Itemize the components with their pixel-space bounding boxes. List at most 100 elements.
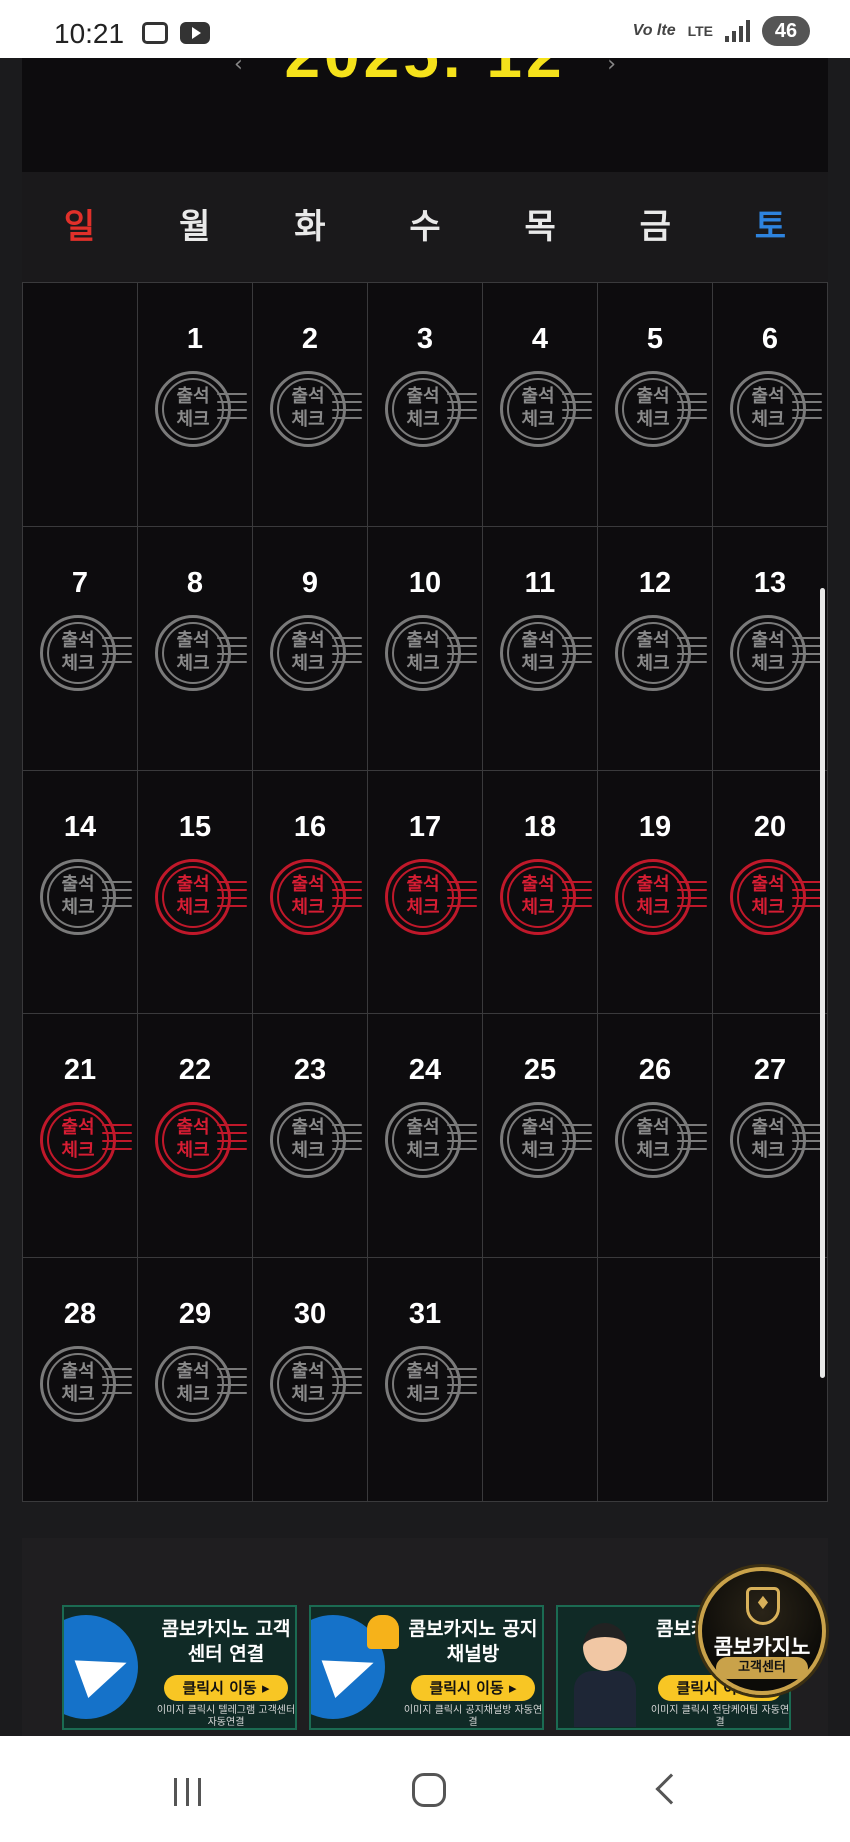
back-icon[interactable] <box>655 1773 687 1805</box>
day-number: 11 <box>524 566 556 599</box>
banner-customer-center[interactable]: 콤보카지노 고객센터 연결 클릭시 이동 ▸ 이미지 클릭시 텔레그램 고객센터… <box>62 1605 297 1730</box>
attendance-stamp-checked-icon: 출석 체크 <box>155 858 251 935</box>
calendar-day-cell[interactable]: 9 출석 체크 <box>253 526 368 771</box>
attendance-stamp-icon: 출석 체크 <box>730 614 826 691</box>
screenshot-icon <box>142 22 168 44</box>
lte-indicator: LTE <box>687 23 713 39</box>
attendance-stamp-checked-icon: 출석 체크 <box>385 858 481 935</box>
home-icon[interactable] <box>412 1773 446 1807</box>
calendar-day-cell[interactable]: 16 출석 체크 <box>253 770 368 1015</box>
calendar-day-cell[interactable]: 7 출석 체크 <box>23 526 138 771</box>
calendar-day-cell[interactable]: 27 출석 체크 <box>713 1014 828 1259</box>
day-number: 23 <box>293 1054 327 1087</box>
attendance-stamp-checked-icon: 출석 체크 <box>615 858 711 935</box>
banner-note: 이미지 클릭시 전담케어팀 자동연결 <box>650 1705 790 1728</box>
day-number: 10 <box>408 566 442 599</box>
day-number: 19 <box>638 810 672 843</box>
weekday-mon: 월 <box>179 207 211 247</box>
day-number: 8 <box>186 566 204 599</box>
scrollbar[interactable] <box>820 588 825 1378</box>
calendar-day-cell[interactable]: 23 출석 체크 <box>253 1014 368 1259</box>
calendar-day-cell[interactable]: 26 출석 체크 <box>598 1014 713 1259</box>
banner-button[interactable]: 클릭시 이동 ▸ <box>164 1675 288 1701</box>
day-number: 24 <box>408 1054 442 1087</box>
day-number: 14 <box>63 810 97 843</box>
calendar-day-cell[interactable]: 20 출석 체크 <box>713 770 828 1015</box>
calendar-day-cell[interactable]: 6 출석 체크 <box>713 283 828 527</box>
calendar-day-cell[interactable]: 30 출석 체크 <box>253 1258 368 1502</box>
calendar-empty-cell <box>23 283 138 527</box>
banner-note: 이미지 클릭시 텔레그램 고객센터 자동연결 <box>156 1705 296 1728</box>
battery-indicator: 46 <box>762 16 810 46</box>
banner-notice-channel[interactable]: 콤보카지노 공지 채널방 클릭시 이동 ▸ 이미지 클릭시 공지채널방 자동연결 <box>309 1605 544 1730</box>
calendar-day-cell[interactable]: 31 출석 체크 <box>368 1258 483 1502</box>
calendar-day-cell[interactable]: 4 출석 체크 <box>483 283 598 527</box>
calendar-day-cell[interactable]: 29 출석 체크 <box>138 1258 253 1502</box>
calendar-day-cell[interactable]: 28 출석 체크 <box>23 1258 138 1502</box>
attendance-stamp-icon: 출석 체크 <box>155 371 251 447</box>
attendance-stamp-icon: 출석 체크 <box>155 1346 251 1423</box>
weekday-fri: 금 <box>639 207 671 247</box>
banner-button[interactable]: 클릭시 이동 ▸ <box>411 1675 535 1701</box>
fab-subtitle: 고객센터 <box>716 1657 808 1679</box>
attendance-stamp-icon: 출석 체크 <box>155 614 251 691</box>
attendance-stamp-icon: 출석 체크 <box>500 1102 596 1179</box>
signal-icon <box>725 20 750 42</box>
day-number: 31 <box>408 1298 442 1331</box>
attendance-stamp-icon: 출석 체크 <box>40 858 136 935</box>
calendar-day-cell[interactable]: 2 출석 체크 <box>253 283 368 527</box>
banner-row: 콤보카지노 고객센터 연결 클릭시 이동 ▸ 이미지 클릭시 텔레그램 고객센터… <box>62 1605 791 1730</box>
calendar-day-cell[interactable]: 10 출석 체크 <box>368 526 483 771</box>
calendar-empty-cell <box>713 1258 828 1502</box>
day-number: 17 <box>408 810 442 843</box>
attendance-stamp-icon: 출석 체크 <box>385 1346 481 1423</box>
calendar-day-cell[interactable]: 22 출석 체크 <box>138 1014 253 1259</box>
attendance-stamp-icon: 출석 체크 <box>270 614 366 691</box>
youtube-icon <box>180 22 210 44</box>
attendance-stamp-checked-icon: 출석 체크 <box>40 1102 136 1179</box>
day-number: 12 <box>638 566 672 599</box>
attendance-stamp-icon: 출석 체크 <box>500 371 596 447</box>
banner-title: 콤보카지노 고객센터 연결 <box>161 1618 291 1665</box>
day-number: 29 <box>178 1298 212 1331</box>
attendance-stamp-icon: 출석 체크 <box>270 1102 366 1179</box>
calendar-day-cell[interactable]: 19 출석 체크 <box>598 770 713 1015</box>
calendar-day-cell[interactable]: 14 출석 체크 <box>23 770 138 1015</box>
attendance-stamp-checked-icon: 출석 체크 <box>730 858 826 935</box>
status-time: 10:21 <box>54 18 125 49</box>
customer-center-fab[interactable]: ♦ 콤보카지노 고객센터 <box>698 1567 826 1695</box>
day-number: 30 <box>293 1298 327 1331</box>
day-number: 5 <box>646 323 664 355</box>
attendance-stamp-checked-icon: 출석 체크 <box>500 858 596 935</box>
calendar-day-cell[interactable]: 8 출석 체크 <box>138 526 253 771</box>
banner-title: 콤보카지노 공지 채널방 <box>408 1618 538 1665</box>
calendar-day-cell[interactable]: 18 출석 체크 <box>483 770 598 1015</box>
calendar-day-cell[interactable]: 1 출석 체크 <box>138 283 253 527</box>
bell-icon <box>367 1615 399 1649</box>
attendance-stamp-icon: 출석 체크 <box>385 371 481 447</box>
attendance-stamp-icon: 출석 체크 <box>270 1346 366 1423</box>
calendar-day-cell[interactable]: 15 출석 체크 <box>138 770 253 1015</box>
calendar-day-cell[interactable]: 5 출석 체크 <box>598 283 713 527</box>
attendance-stamp-icon: 출석 체크 <box>40 1346 136 1423</box>
weekday-thu: 목 <box>524 207 556 247</box>
attendance-stamp-icon: 출석 체크 <box>730 371 826 447</box>
calendar-month-title: 2025. 12 <box>22 58 828 92</box>
recent-apps-icon[interactable] <box>174 1778 201 1806</box>
attendance-stamp-icon: 출석 체크 <box>500 614 596 691</box>
attendance-stamp-icon: 출석 체크 <box>730 1102 826 1179</box>
attendance-stamp-icon: 출석 체크 <box>615 1102 711 1179</box>
weekday-tue: 화 <box>294 207 326 247</box>
calendar-day-cell[interactable]: 3 출석 체크 <box>368 283 483 527</box>
calendar-day-cell[interactable]: 17 출석 체크 <box>368 770 483 1015</box>
calendar-day-cell[interactable]: 25 출석 체크 <box>483 1014 598 1259</box>
weekday-header: 일 월 화 수 목 금 토 <box>22 172 828 282</box>
calendar-day-cell[interactable]: 24 출석 체크 <box>368 1014 483 1259</box>
calendar-day-cell[interactable]: 21 출석 체크 <box>23 1014 138 1259</box>
day-number: 7 <box>71 566 89 599</box>
calendar-day-cell[interactable]: 13 출석 체크 <box>713 526 828 771</box>
calendar-day-cell[interactable]: 11 출석 체크 <box>483 526 598 771</box>
calendar-day-cell[interactable]: 12 출석 체크 <box>598 526 713 771</box>
next-month-icon[interactable]: › <box>607 58 616 77</box>
weekday-sun: 일 <box>63 207 96 247</box>
